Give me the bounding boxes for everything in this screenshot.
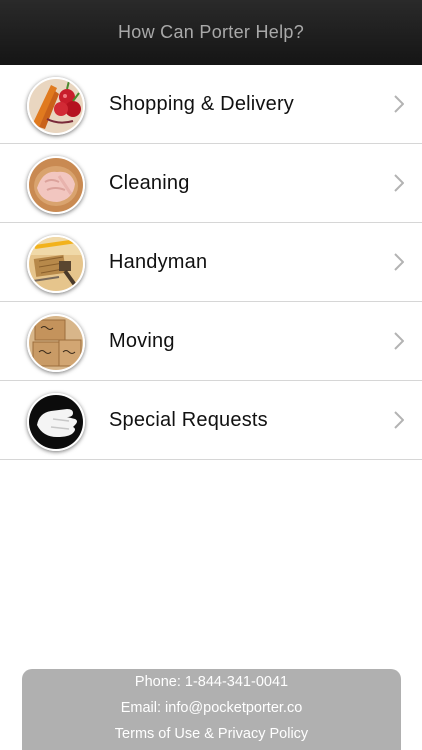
service-label: Shopping & Delivery xyxy=(109,92,295,115)
service-item-moving[interactable]: Moving xyxy=(0,302,422,381)
service-list: Shopping & Delivery Cleaning Handyman Mo… xyxy=(0,65,422,460)
service-item-special-requests[interactable]: Special Requests xyxy=(0,381,422,460)
chevron-right-icon xyxy=(394,411,404,429)
chevron-right-icon xyxy=(394,174,404,192)
terms-privacy-link[interactable]: Terms of Use & Privacy Policy xyxy=(22,726,401,742)
tools-icon xyxy=(27,235,85,293)
service-item-shopping-delivery[interactable]: Shopping & Delivery xyxy=(0,65,422,144)
chevron-right-icon xyxy=(394,253,404,271)
phone-link[interactable]: Phone: 1-844-341-0041 xyxy=(22,674,401,690)
service-label: Handyman xyxy=(109,250,208,273)
email-link[interactable]: Email: info@pocketporter.co xyxy=(22,700,401,716)
cleaning-glove-icon xyxy=(27,156,85,214)
contact-footer: Phone: 1-844-341-0041 Email: info@pocket… xyxy=(22,669,401,750)
moving-boxes-icon xyxy=(27,314,85,372)
chevron-right-icon xyxy=(394,95,404,113)
navigation-bar: How Can Porter Help? xyxy=(0,0,422,65)
chevron-right-icon xyxy=(394,332,404,350)
service-label: Cleaning xyxy=(109,171,190,194)
groceries-icon xyxy=(27,77,85,135)
service-label: Special Requests xyxy=(109,408,268,431)
white-glove-icon xyxy=(27,393,85,451)
service-item-handyman[interactable]: Handyman xyxy=(0,223,422,302)
page-title: How Can Porter Help? xyxy=(117,22,305,42)
service-label: Moving xyxy=(109,329,175,352)
service-item-cleaning[interactable]: Cleaning xyxy=(0,144,422,223)
